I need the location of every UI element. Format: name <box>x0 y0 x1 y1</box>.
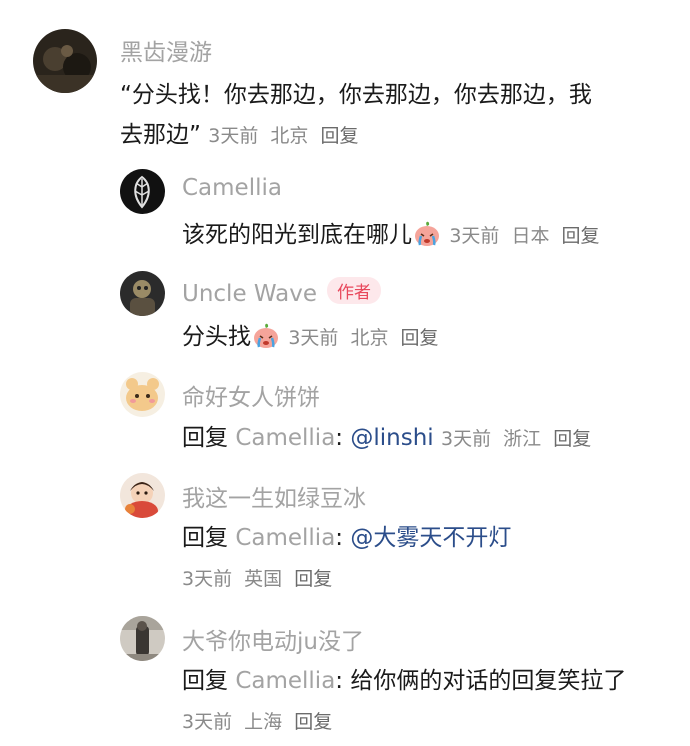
reply-username[interactable]: 命好女人饼饼 <box>182 378 320 412</box>
mention-link[interactable]: @大雾天不开灯 <box>350 525 511 551</box>
reply-colon: : <box>335 425 344 451</box>
comment-text-line1: “分头找！你去那边，你去那边，你去那边，我 <box>120 82 592 108</box>
reply-text: 回复 Camellia: @大雾天不开灯 <box>182 518 511 552</box>
reply-meta: 3天前 北京 回复 <box>288 327 438 349</box>
mention-link[interactable]: @linshi <box>350 425 433 451</box>
reply-meta: 3天前 日本 回复 <box>449 225 599 247</box>
reply-username[interactable]: 大爷你电动ju没了 <box>182 622 364 656</box>
comment-time: 3天前 <box>208 125 259 147</box>
reply-username-text[interactable]: Uncle Wave <box>182 281 317 307</box>
reply-username: Uncle Wave 作者 <box>182 277 382 307</box>
reply-button[interactable]: 回复 <box>294 568 332 590</box>
reply-text-content: 该死的阳光到底在哪儿 <box>182 222 412 248</box>
avatar[interactable] <box>120 616 165 661</box>
comment-location: 北京 <box>270 125 309 147</box>
reply-target-username[interactable]: Camellia <box>235 525 335 551</box>
crying-peach-emoji-icon <box>412 218 442 248</box>
reply-text: 回复 Camellia: 给你俩的对话的回复笑拉了 <box>182 661 626 695</box>
reply-meta: 3天前 上海 回复 <box>182 707 332 734</box>
reply-colon: : <box>335 668 344 694</box>
reply-location: 上海 <box>244 711 283 733</box>
reply-location: 浙江 <box>503 428 542 450</box>
comment-username[interactable]: 黑齿漫游 <box>120 33 212 67</box>
reply-prefix: 回复 <box>182 525 228 551</box>
reply-meta: 3天前 浙江 回复 <box>441 428 591 450</box>
reply-time: 3天前 <box>440 428 492 450</box>
reply-time: 3天前 <box>182 568 233 590</box>
reply-text: 该死的阳光到底在哪儿 3天前 日本 回复 <box>182 215 600 249</box>
comment-text-line2: 去那边” 3天前 北京 回复 <box>120 115 358 149</box>
reply-button[interactable]: 回复 <box>553 428 591 450</box>
reply-location: 日本 <box>511 225 550 247</box>
reply-colon: : <box>335 525 344 551</box>
avatar[interactable] <box>120 372 165 417</box>
comment-thread: 黑齿漫游 “分头找！你去那边，你去那边，你去那边，我 去那边” 3天前 北京 回… <box>0 0 690 746</box>
avatar[interactable] <box>120 271 165 316</box>
reply-username[interactable]: Camellia <box>182 175 282 201</box>
reply-button[interactable]: 回复 <box>401 327 439 349</box>
reply-text-content: 分头找 <box>182 324 251 350</box>
reply-time: 3天前 <box>288 327 339 349</box>
author-badge: 作者 <box>327 277 382 304</box>
reply-username[interactable]: 我这一生如绿豆冰 <box>182 479 366 513</box>
avatar[interactable] <box>33 29 97 93</box>
reply-text: 分头找 3天前 北京 回复 <box>182 317 439 351</box>
reply-time: 3天前 <box>449 225 500 247</box>
reply-location: 北京 <box>350 327 389 349</box>
reply-button[interactable]: 回复 <box>294 711 332 733</box>
reply-button[interactable]: 回复 <box>320 125 358 147</box>
reply-target-username[interactable]: Camellia <box>235 668 335 694</box>
avatar[interactable] <box>120 473 165 518</box>
comment-meta: 3天前 北京 回复 <box>208 125 358 147</box>
reply-prefix: 回复 <box>182 425 228 451</box>
reply-text: 回复 Camellia: @linshi 3天前 浙江 回复 <box>182 418 591 452</box>
reply-location: 英国 <box>244 568 283 590</box>
reply-prefix: 回复 <box>182 668 228 694</box>
reply-button[interactable]: 回复 <box>562 225 600 247</box>
comment-text-line2-text: 去那边” <box>120 122 201 148</box>
reply-text-content: 给你俩的对话的回复笑拉了 <box>350 668 627 694</box>
reply-target-username[interactable]: Camellia <box>235 425 335 451</box>
avatar[interactable] <box>120 169 165 214</box>
reply-meta: 3天前 英国 回复 <box>182 564 332 591</box>
crying-peach-emoji-icon <box>251 320 281 350</box>
reply-time: 3天前 <box>182 711 233 733</box>
